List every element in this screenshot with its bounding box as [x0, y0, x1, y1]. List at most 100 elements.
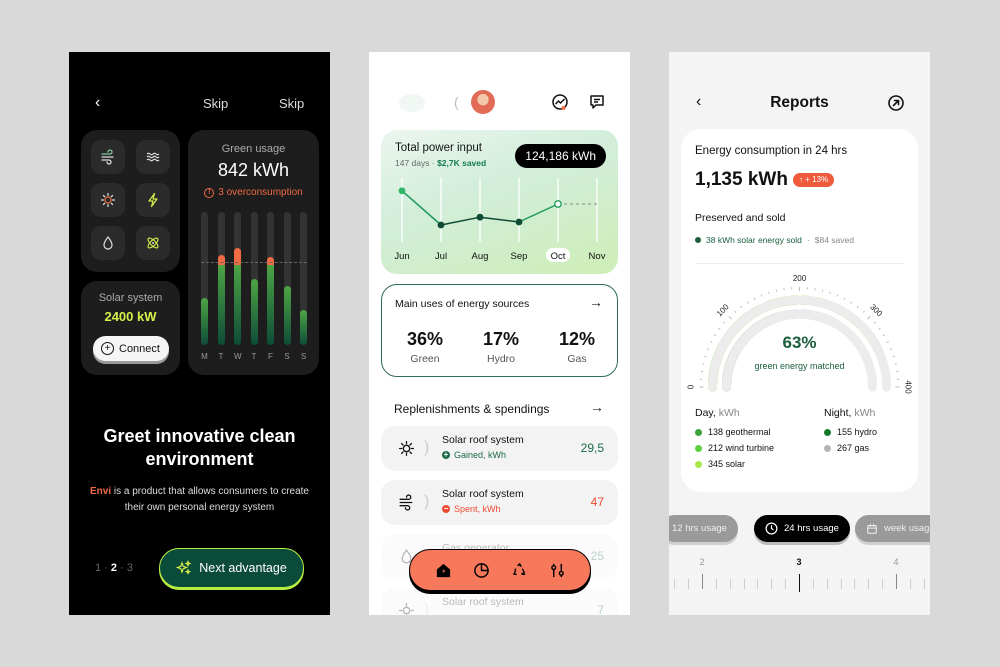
gauge-tick-label: 0 — [687, 384, 696, 389]
page-1[interactable]: 1 — [95, 562, 101, 574]
saved-text: $84 saved — [814, 235, 854, 245]
usage-bar[interactable] — [267, 212, 274, 345]
wind-icon — [399, 494, 413, 511]
ruler-tick — [715, 579, 717, 589]
drop-icon[interactable] — [91, 226, 125, 260]
gauge-tick — [892, 355, 895, 358]
usage-bar[interactable] — [250, 212, 258, 345]
usage-bar[interactable] — [300, 212, 307, 345]
ruler-tick — [799, 574, 800, 592]
next-advantage-button[interactable]: Next advantage — [159, 548, 304, 588]
list-item[interactable]: ) Solar roof system 7 — [381, 588, 618, 615]
chat-icon[interactable] — [588, 93, 606, 111]
gauge-tick — [829, 291, 831, 294]
arrow-right-icon[interactable]: → — [590, 399, 604, 415]
power-subtitle: 147 days · $2,7K saved — [395, 158, 487, 168]
sun-icon — [398, 440, 415, 457]
sold-info: 38 kWh solar energy sold · $84 saved — [695, 235, 854, 245]
item-value: 25 — [590, 549, 604, 563]
power-title: Total power input — [395, 142, 482, 154]
share-arrow-icon[interactable] — [887, 94, 905, 112]
gauge-tick — [710, 341, 713, 343]
skip-button[interactable]: Skip — [279, 96, 304, 111]
series-segment — [440, 216, 481, 226]
usage-bar-fill — [283, 286, 291, 345]
usage-bar[interactable] — [234, 212, 241, 345]
pie-chart-icon[interactable] — [473, 562, 490, 579]
green-usage-card: Green usage 842 kWh ! 3 overconsumption … — [188, 130, 319, 375]
gauge-tick — [867, 316, 871, 320]
gauge-tick — [714, 334, 717, 337]
list-item[interactable]: ) Solar roof system + Gained, kWh 29,5 — [381, 426, 618, 471]
weekly-usage-bars — [201, 212, 307, 345]
sliders-icon[interactable] — [549, 562, 566, 579]
energy-sources-card[interactable]: Main uses of energy sources → 36% Green … — [381, 284, 618, 377]
page-3[interactable]: 3 — [127, 562, 133, 574]
item-name: Solar roof system — [442, 488, 524, 500]
separator: ) — [424, 601, 430, 615]
ruler-tick — [771, 579, 773, 589]
time-ruler-slider[interactable]: 2 3 4 — [669, 557, 930, 597]
atom-icon[interactable] — [136, 226, 170, 260]
series-segment — [401, 190, 442, 226]
month-label: Jun — [394, 251, 409, 262]
usage-bar-fill — [217, 262, 225, 345]
sold-text: 38 kWh solar energy sold — [706, 235, 802, 245]
usage-bar[interactable] — [201, 212, 208, 345]
series-segment — [479, 216, 520, 223]
chip-12hrs[interactable]: 12 hrs usage — [669, 515, 738, 542]
ruler-tick — [785, 579, 787, 589]
weekday-label: T — [218, 352, 224, 361]
back-icon[interactable]: ‹ — [95, 94, 100, 112]
dashboard-header: ( — [369, 90, 630, 116]
list-item[interactable]: ) Solar roof system − Spent, kWh 47 — [381, 480, 618, 525]
bolt-icon[interactable] — [136, 183, 170, 217]
usage-bar[interactable] — [283, 212, 291, 345]
connect-button[interactable]: + Connect — [92, 336, 169, 361]
gauge-tick-label: 300 — [868, 302, 884, 318]
plus-icon: + — [101, 342, 114, 355]
legend-dot — [824, 428, 831, 436]
gauge-tick — [718, 327, 721, 330]
usage-bar-fill — [267, 262, 274, 345]
usage-value: 842 kWh — [217, 160, 290, 180]
divider — [695, 263, 904, 264]
arrow-right-icon[interactable]: → — [589, 294, 603, 310]
gauge-tick — [723, 321, 726, 324]
gauge-tick-label: 100 — [715, 302, 731, 318]
item-value: 47 — [590, 495, 604, 509]
ruler-tick — [812, 579, 814, 589]
ruler-label[interactable]: 2 — [699, 557, 704, 567]
skip-button[interactable]: Skip — [203, 96, 228, 111]
solar-value: 2400 kW — [104, 309, 157, 324]
weekday-label: T — [251, 352, 257, 361]
month-label: Nov — [589, 251, 606, 262]
ruler-tick — [688, 579, 690, 589]
gauge-tick — [706, 348, 710, 350]
chip-24hrs[interactable]: 24 hrs usage — [754, 515, 850, 542]
reports-screen: ‹ Reports Energy consumption in 24 hrs 1… — [669, 52, 930, 615]
total-power-card[interactable]: Jun Jul Aug Sep Oct Nov Total power input 147… — [381, 130, 618, 274]
analytics-icon[interactable] — [551, 93, 569, 111]
logo-placeholder — [399, 94, 425, 112]
description-text: is a product that allows consumers to cr… — [111, 486, 309, 513]
avatar[interactable] — [471, 90, 495, 114]
gauge-tick — [704, 355, 707, 358]
sun-icon[interactable] — [91, 183, 125, 217]
usage-bar[interactable] — [217, 212, 225, 345]
ruler-label[interactable]: 3 — [796, 557, 801, 567]
waves-icon[interactable] — [136, 140, 170, 174]
page-2[interactable]: 2 — [111, 562, 117, 574]
ruler-label[interactable]: 4 — [893, 557, 898, 567]
limit-line — [201, 261, 307, 263]
chip-week[interactable]: week usage — [855, 515, 930, 542]
recycle-icon[interactable] — [511, 562, 528, 579]
home-bolt-icon[interactable] — [435, 562, 452, 579]
power-total-badge: 124,186 kWh — [515, 144, 606, 168]
ruler-tick — [923, 579, 925, 589]
weekday-label: W — [234, 352, 242, 361]
gauge-tick — [873, 321, 876, 324]
data-point — [476, 213, 484, 221]
gauge-caption: green energy matched — [754, 361, 844, 371]
wind-icon[interactable] — [91, 140, 125, 174]
